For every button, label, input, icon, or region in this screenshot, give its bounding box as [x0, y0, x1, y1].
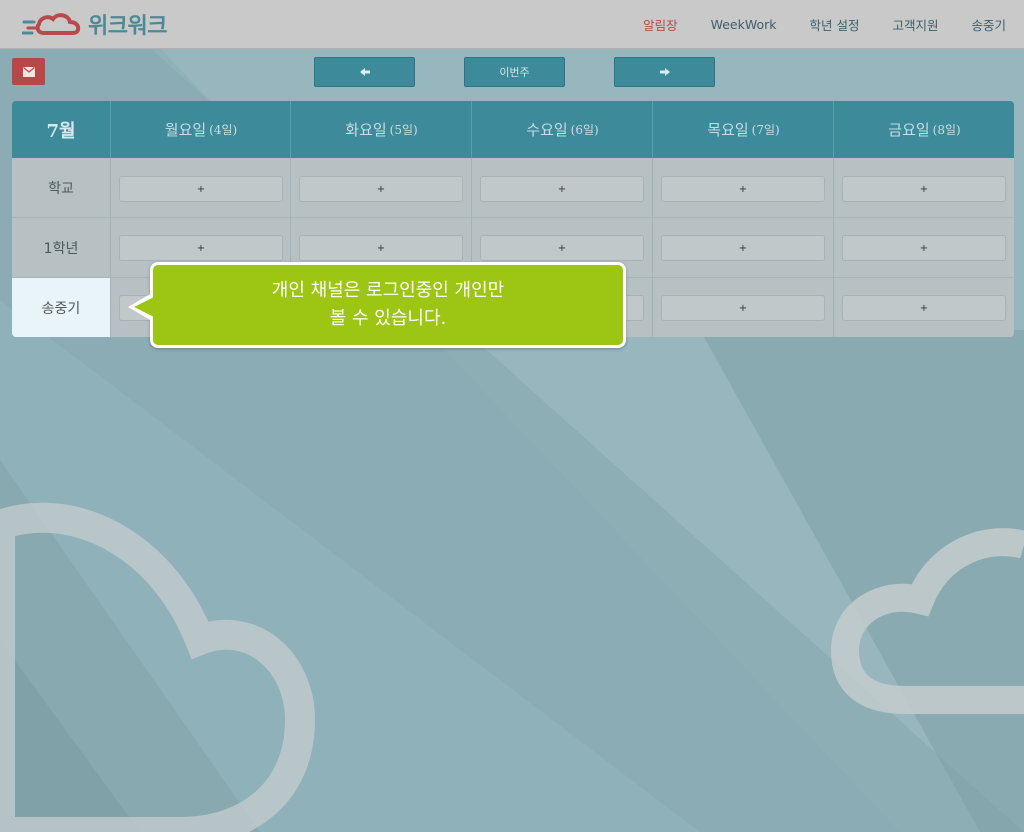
day-date: (5일) [389, 123, 418, 137]
envelope-icon [22, 66, 35, 77]
add-entry-button[interactable]: + [661, 235, 825, 261]
add-entry-button[interactable]: + [480, 235, 644, 261]
day-header-mon: 월요일 (4일) [110, 101, 291, 158]
add-entry-button[interactable]: + [480, 176, 644, 202]
day-name: 수요일 [526, 121, 568, 139]
nav-weekwork[interactable]: WeekWork [711, 17, 777, 32]
col-divider [833, 158, 834, 337]
day-header-fri: 금요일 (8일) [833, 101, 1014, 158]
main-nav: 알림장 WeekWork 학년 설정 고객지원 송중기 [610, 0, 1006, 48]
add-entry-button[interactable]: + [119, 176, 283, 202]
arrow-left-icon [359, 68, 370, 76]
row-label-grade1[interactable]: 1학년 [12, 218, 111, 277]
prev-week-button[interactable] [314, 57, 415, 87]
row-divider [12, 217, 1014, 218]
day-date: (8일) [932, 123, 961, 137]
arrow-right-icon [659, 68, 670, 76]
day-header-wed: 수요일 (6일) [471, 101, 653, 158]
logo-text: 위크워크 [88, 14, 167, 39]
day-header-tue: 화요일 (5일) [290, 101, 472, 158]
cloud-logo-icon [22, 13, 81, 35]
add-entry-button[interactable]: + [299, 235, 463, 261]
top-header: 위크워크 알림장 WeekWork 학년 설정 고객지원 송중기 [0, 0, 1024, 49]
row-label-school[interactable]: 학교 [12, 158, 111, 217]
col-divider [652, 158, 653, 337]
day-name: 금요일 [888, 121, 930, 139]
tooltip-arrow-fill [134, 297, 154, 317]
tooltip-line-1: 개인 채널은 로그인중인 개인만 [271, 280, 505, 301]
logo[interactable]: 위크워크 [22, 9, 167, 39]
row-label-personal[interactable]: 송중기 [12, 278, 111, 337]
nav-user[interactable]: 송중기 [971, 15, 1006, 34]
add-entry-button[interactable]: + [661, 295, 825, 321]
day-date: (4일) [209, 123, 238, 137]
add-entry-button[interactable]: + [842, 235, 1006, 261]
add-entry-button[interactable]: + [299, 176, 463, 202]
add-entry-button[interactable]: + [119, 235, 283, 261]
day-name: 화요일 [345, 121, 387, 139]
nav-grade-settings[interactable]: 학년 설정 [809, 15, 859, 34]
day-name: 목요일 [707, 121, 749, 139]
this-week-button[interactable]: 이번주 [464, 57, 565, 87]
nav-notice[interactable]: 알림장 [643, 15, 678, 34]
day-date: (6일) [570, 123, 599, 137]
add-entry-button[interactable]: + [661, 176, 825, 202]
add-entry-button[interactable]: + [842, 295, 1006, 321]
day-date: (7일) [751, 123, 780, 137]
day-name: 월요일 [164, 121, 207, 139]
tooltip-line-2: 볼 수 있습니다. [329, 308, 447, 329]
month-label: 7월 [46, 120, 76, 142]
add-entry-button[interactable]: + [842, 176, 1006, 202]
mail-button[interactable] [12, 58, 45, 85]
day-header-thu: 목요일 (7일) [652, 101, 834, 158]
nav-support[interactable]: 고객지원 [892, 15, 938, 34]
personal-channel-tooltip[interactable]: 개인 채널은 로그인중인 개인만 볼 수 있습니다. [150, 262, 626, 348]
calendar-header: 7월 월요일 (4일) 화요일 (5일) 수요일 (6일) 목요일 (7일) 금요일 (8… [12, 101, 1014, 158]
next-week-button[interactable] [614, 57, 715, 87]
